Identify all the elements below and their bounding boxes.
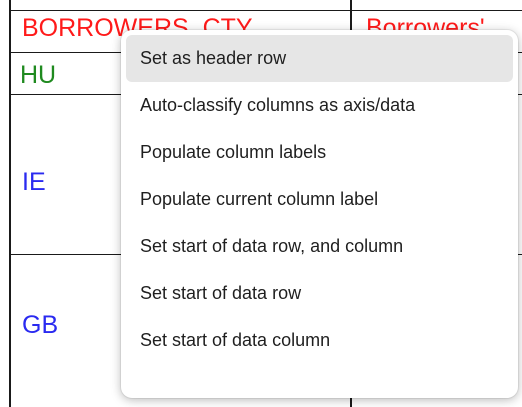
grid-line-left <box>9 0 11 407</box>
menu-item-set-start-data-column[interactable]: Set start of data column <box>126 317 513 364</box>
menu-item-populate-current-column-label[interactable]: Populate current column label <box>126 176 513 223</box>
menu-item-populate-column-labels[interactable]: Populate column labels <box>126 129 513 176</box>
menu-item-label: Set start of data row, and column <box>140 236 404 256</box>
spreadsheet-view: BORROWERS_CTY Borrowers' HU IE GB Set as… <box>0 0 522 407</box>
cell-ie[interactable]: IE <box>22 170 46 195</box>
cell-hu[interactable]: HU <box>20 63 56 88</box>
menu-item-label: Set start of data row <box>140 283 302 303</box>
cell-gb[interactable]: GB <box>22 313 58 338</box>
menu-item-label: Set as header row <box>140 48 287 68</box>
menu-item-set-start-data-row[interactable]: Set start of data row <box>126 270 513 317</box>
menu-item-label: Populate current column label <box>140 189 379 209</box>
menu-item-label: Auto-classify columns as axis/data <box>140 95 416 115</box>
menu-item-label: Set start of data column <box>140 330 331 350</box>
grid-line-row1-top <box>9 10 522 11</box>
menu-item-set-header-row[interactable]: Set as header row <box>126 35 513 82</box>
menu-item-set-start-data-row-and-column[interactable]: Set start of data row, and column <box>126 223 513 270</box>
context-menu: Set as header row Auto-classify columns … <box>121 30 518 398</box>
menu-item-auto-classify-columns[interactable]: Auto-classify columns as axis/data <box>126 82 513 129</box>
menu-item-label: Populate column labels <box>140 142 327 162</box>
